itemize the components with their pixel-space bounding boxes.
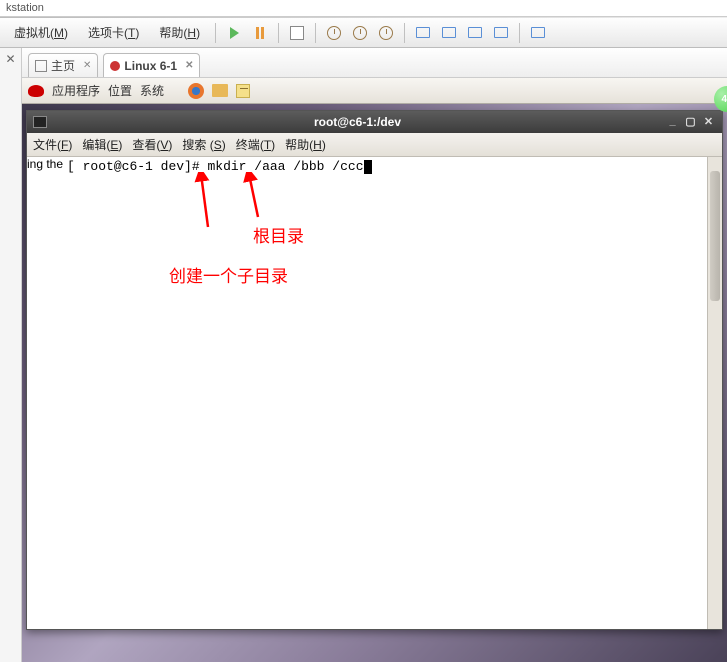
vmware-toolbar: 虚拟机(M) 选项卡(T) 帮助(H) <box>0 18 727 48</box>
term-menu-search[interactable]: 搜索 (S) <box>182 136 225 153</box>
separator <box>278 23 279 43</box>
separator <box>404 23 405 43</box>
term-menu-view[interactable]: 查看(V) <box>132 136 172 153</box>
view-button-2[interactable] <box>438 22 460 44</box>
pause-button[interactable] <box>249 22 271 44</box>
play-button[interactable] <box>223 22 245 44</box>
firefox-launcher[interactable] <box>188 83 204 99</box>
annotation-create-sub: 创建一个子目录 <box>169 262 288 287</box>
play-icon <box>230 27 239 39</box>
terminal-titlebar[interactable]: root@c6-1:/dev _ ▢ ✕ <box>27 111 722 133</box>
close-icon[interactable]: ✕ <box>185 60 193 71</box>
host-window-title: kstation <box>0 0 727 17</box>
clock-button-3[interactable] <box>375 22 397 44</box>
home-icon <box>35 60 47 72</box>
pause-icon <box>256 27 264 39</box>
notes-launcher[interactable] <box>236 84 250 98</box>
snapshot-icon <box>290 26 304 40</box>
panel-system[interactable]: 系统 <box>140 82 164 99</box>
separator <box>315 23 316 43</box>
arrow-icon <box>243 172 267 222</box>
monitor-icon <box>416 27 430 38</box>
snapshot-button[interactable] <box>286 22 308 44</box>
tab-home[interactable]: 主页 ✕ <box>28 53 98 77</box>
tab-linux[interactable]: Linux 6-1 ✕ <box>103 53 200 77</box>
scroll-thumb[interactable] <box>710 171 720 301</box>
fullscreen-icon <box>531 27 545 38</box>
monitor-icon <box>442 27 456 38</box>
badge-count: 49 <box>721 94 727 105</box>
terminal-title: root@c6-1:/dev <box>53 115 662 129</box>
clock-icon <box>379 26 393 40</box>
guest-desktop[interactable]: 应用程序 位置 系统 root@c6-1:/dev _ ▢ ✕ 文件(F) <box>22 78 727 662</box>
badge-circle: 49 <box>714 86 727 112</box>
side-panel-close: ✕ <box>0 48 22 662</box>
close-icon[interactable]: ✕ <box>5 52 15 66</box>
redhat-icon <box>28 85 44 97</box>
vm-status-icon <box>110 61 120 71</box>
terminal-window: root@c6-1:/dev _ ▢ ✕ 文件(F) 编辑(E) 查看(V) 搜… <box>26 110 723 630</box>
vm-tabs-bar: 主页 ✕ Linux 6-1 ✕ <box>22 48 727 78</box>
term-menu-terminal[interactable]: 终端(T) <box>236 136 275 153</box>
view-button-3[interactable] <box>464 22 486 44</box>
clock-icon <box>327 26 341 40</box>
note-icon <box>236 84 250 98</box>
tab-label: Linux 6-1 <box>124 59 177 73</box>
maximize-button[interactable]: ▢ <box>683 115 698 129</box>
terminal-body[interactable]: [ root@c6-1 dev]# mkdir /aaa /bbb /ccc 根… <box>63 157 707 629</box>
menu-help[interactable]: 帮助(H) <box>151 21 208 44</box>
menu-vm[interactable]: 虚拟机(M) <box>6 21 76 44</box>
terminal-line: [ root@c6-1 dev]# mkdir /aaa /bbb /ccc <box>67 159 703 175</box>
monitor-icon <box>468 27 482 38</box>
close-icon[interactable]: ✕ <box>83 60 91 71</box>
view-button-1[interactable] <box>412 22 434 44</box>
clock-icon <box>353 26 367 40</box>
gnome-panel: 应用程序 位置 系统 <box>22 78 727 104</box>
panel-applications[interactable]: 应用程序 <box>52 82 100 99</box>
term-menu-help[interactable]: 帮助(H) <box>285 136 326 153</box>
separator <box>519 23 520 43</box>
notification-badge[interactable]: 49 <box>714 86 727 112</box>
minimize-button[interactable]: _ <box>665 115 680 129</box>
panel-places[interactable]: 位置 <box>108 82 132 99</box>
fullscreen-button[interactable] <box>527 22 549 44</box>
files-launcher[interactable] <box>212 84 228 97</box>
clock-button-2[interactable] <box>349 22 371 44</box>
folder-icon <box>212 84 228 97</box>
terminal-menubar: 文件(F) 编辑(E) 查看(V) 搜索 (S) 终端(T) 帮助(H) <box>27 133 722 157</box>
separator <box>215 23 216 43</box>
scrollbar[interactable] <box>707 157 722 629</box>
annotation-root-dir: 根目录 <box>253 222 304 247</box>
menu-tabs[interactable]: 选项卡(T) <box>80 21 147 44</box>
firefox-icon <box>188 83 204 99</box>
term-menu-file[interactable]: 文件(F) <box>33 136 72 153</box>
close-button[interactable]: ✕ <box>701 115 716 129</box>
tab-label: 主页 <box>51 57 75 74</box>
clock-button-1[interactable] <box>323 22 345 44</box>
arrow-icon <box>193 172 217 232</box>
monitor-icon <box>494 27 508 38</box>
cursor <box>364 160 372 174</box>
term-menu-edit[interactable]: 编辑(E) <box>82 136 122 153</box>
view-button-4[interactable] <box>490 22 512 44</box>
terminal-icon <box>33 116 47 128</box>
